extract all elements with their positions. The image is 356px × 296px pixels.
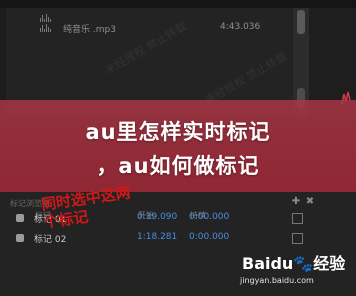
paw-icon: 🐾 [293, 254, 314, 273]
baidu-url: jingyan.baidu.com [240, 276, 314, 285]
baidu-logo-text: Baidu🐾经验 [242, 254, 346, 273]
marker-pin-icon [16, 234, 24, 242]
top-strip [0, 0, 356, 8]
banner-title-line2: ，au如何做标记 [96, 154, 260, 178]
marker-checkbox[interactable] [292, 233, 303, 244]
marker-start[interactable]: 1:18.281 [137, 232, 177, 242]
marker-checkbox[interactable] [292, 213, 303, 224]
marker-duration[interactable]: 0:00.000 [189, 212, 229, 222]
marker-row[interactable]: 标记 02 1:18.281 0:00.000 [10, 230, 310, 246]
marker-name[interactable]: 标记 02 [34, 232, 66, 245]
marker-pin-icon [16, 214, 24, 222]
scrollbar-thumb[interactable] [297, 10, 305, 34]
file-name: 纯音乐 .mp3 [63, 25, 116, 35]
baidu-logo: Baidu🐾经验 jingyan.baidu.com [230, 250, 350, 285]
file-duration: 4:43.036 [220, 22, 261, 32]
waveform-icon [40, 24, 51, 32]
file-row[interactable]: 纯音乐 .mp3 4:43.036 [6, 18, 293, 38]
delete-marker-icon[interactable]: ✖ [304, 196, 316, 208]
marker-start[interactable]: 0:39.090 [137, 212, 177, 222]
title-banner: au里怎样实时标记 ，au如何做标记 [0, 100, 356, 192]
banner-title-line1: au里怎样实时标记 [85, 120, 271, 144]
add-marker-icon[interactable]: ✚ [290, 196, 302, 208]
marker-duration[interactable]: 0:00.000 [189, 232, 229, 242]
